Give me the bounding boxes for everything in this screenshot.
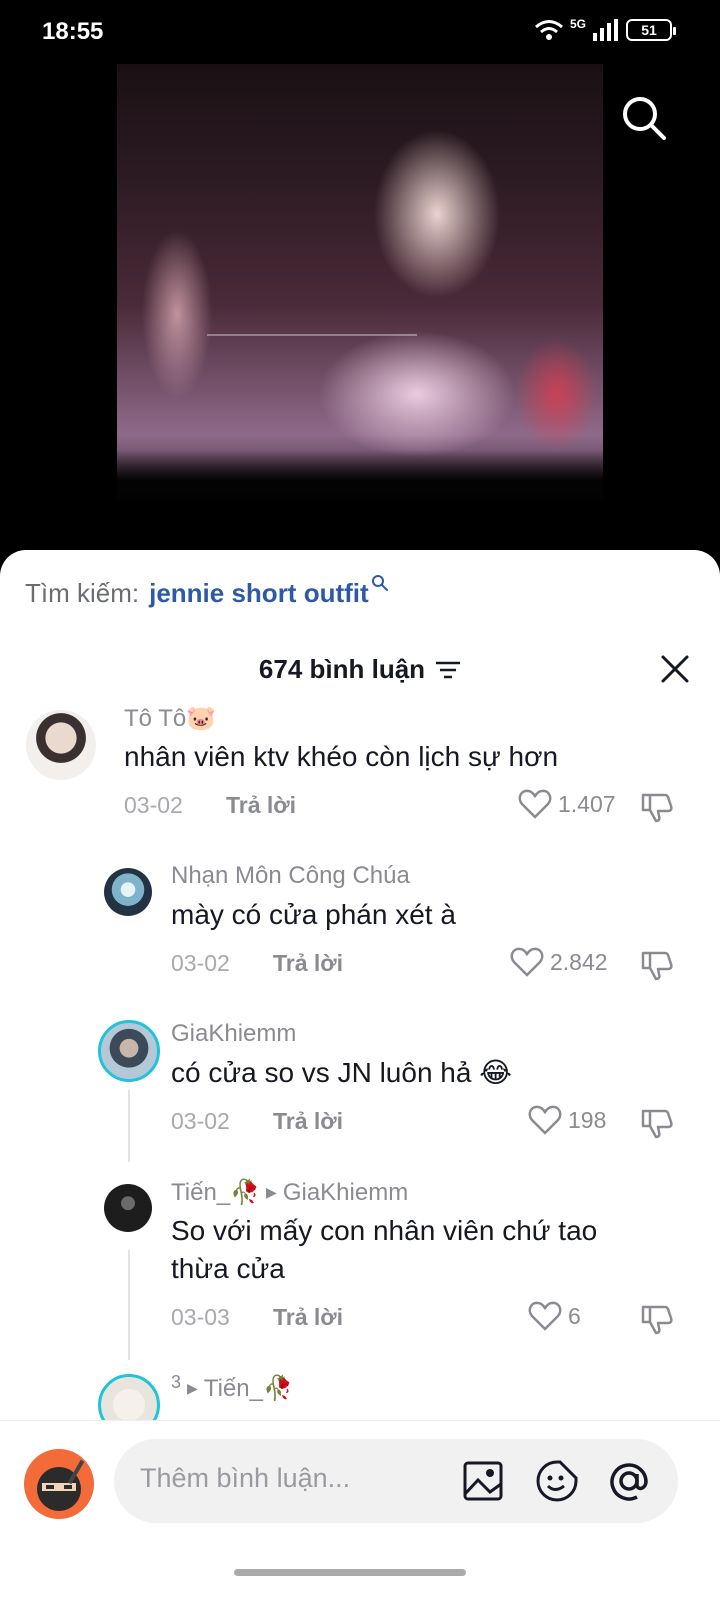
mention-icon[interactable] bbox=[606, 1458, 652, 1504]
like-button[interactable]: 6 bbox=[528, 1300, 581, 1332]
like-count: 198 bbox=[568, 1106, 607, 1133]
reply-to-name[interactable]: GiaKhiemm bbox=[283, 1179, 408, 1207]
reply-button[interactable]: Trả lời bbox=[273, 1304, 343, 1331]
comment-author[interactable]: GiaKhiemm bbox=[171, 1020, 296, 1048]
dislike-icon[interactable] bbox=[640, 1302, 674, 1336]
comment-author[interactable]: Tô Tô🐷 bbox=[124, 704, 216, 733]
like-button[interactable]: 2.842 bbox=[510, 946, 608, 978]
comments-header: 674 bình luận bbox=[0, 640, 720, 700]
video-player[interactable] bbox=[0, 64, 720, 560]
home-indicator[interactable] bbox=[234, 1569, 466, 1576]
search-suggestion-label: Tìm kiếm: bbox=[25, 578, 140, 608]
sticker-icon[interactable] bbox=[534, 1458, 580, 1504]
wifi-icon bbox=[535, 20, 563, 40]
video-screen-detail bbox=[207, 334, 417, 336]
comment-date: 03-02 bbox=[124, 792, 183, 818]
video-crowd-silhouette bbox=[117, 450, 603, 500]
comment-input-placeholder: Thêm bình luận... bbox=[140, 1463, 351, 1493]
image-icon[interactable] bbox=[460, 1458, 506, 1504]
reply-arrow-icon: ▶ bbox=[187, 1380, 198, 1396]
avatar[interactable] bbox=[26, 710, 96, 780]
heart-icon bbox=[510, 947, 544, 977]
avatar[interactable] bbox=[104, 868, 152, 916]
comment-author[interactable]: Nhạn Môn Công Chúa bbox=[171, 862, 410, 890]
search-suggestion[interactable]: Tìm kiếm: jennie short outfit bbox=[25, 575, 389, 609]
thread-line bbox=[128, 1090, 130, 1162]
thread-line bbox=[128, 1250, 130, 1360]
battery-level: 51 bbox=[641, 22, 657, 38]
reply-arrow-icon: ▶ bbox=[266, 1184, 277, 1200]
comment-input[interactable]: Thêm bình luận... bbox=[114, 1439, 678, 1523]
like-count: 2.842 bbox=[550, 948, 608, 975]
search-suggestion-term[interactable]: jennie short outfit bbox=[149, 578, 369, 609]
reply-button[interactable]: Trả lời bbox=[273, 1108, 343, 1135]
filter-icon[interactable] bbox=[435, 660, 461, 680]
heart-icon bbox=[528, 1301, 562, 1331]
video-frame bbox=[117, 64, 603, 500]
comment-date: 03-02 bbox=[171, 950, 230, 976]
like-count: 1.407 bbox=[558, 790, 616, 817]
dislike-icon[interactable] bbox=[640, 790, 674, 824]
comment-count[interactable]: 674 bình luận bbox=[0, 654, 720, 685]
comment-composer: Thêm bình luận... bbox=[0, 1420, 720, 1612]
status-time: 18:55 bbox=[42, 18, 104, 45]
reply-button[interactable]: Trả lời bbox=[226, 792, 296, 819]
comment-author: 3 ▶ Tiến_🥀 bbox=[171, 1372, 293, 1403]
avatar[interactable] bbox=[104, 1184, 152, 1232]
avatar[interactable] bbox=[98, 1020, 160, 1082]
comment-text: mày có cửa phán xét à bbox=[171, 899, 456, 930]
search-mini-icon bbox=[371, 575, 388, 591]
comment-author: Tiến_🥀 ▶ GiaKhiemm bbox=[171, 1178, 408, 1207]
battery-indicator: 51 bbox=[626, 19, 676, 41]
dislike-icon[interactable] bbox=[640, 1106, 674, 1140]
comment-count-label: 674 bình luận bbox=[258, 654, 426, 684]
comment-text: có cửa so vs JN luôn hả 😂 bbox=[171, 1057, 512, 1088]
comment-date: 03-03 bbox=[171, 1304, 230, 1330]
comment-author-name[interactable]: Tiến_🥀 bbox=[171, 1178, 260, 1207]
like-button[interactable]: 1.407 bbox=[518, 788, 616, 820]
ninja-avatar-icon bbox=[37, 1459, 85, 1511]
heart-icon bbox=[518, 789, 552, 819]
status-icons: 5G 51 bbox=[534, 17, 676, 42]
signal-icon bbox=[593, 19, 618, 41]
comment-date: 03-02 bbox=[171, 1108, 230, 1134]
comment-author-name[interactable]: 3 bbox=[171, 1372, 181, 1393]
like-count: 6 bbox=[568, 1302, 581, 1329]
comment-text: nhân viên ktv khéo còn lịch sự hơn bbox=[124, 741, 559, 772]
reply-button[interactable]: Trả lời bbox=[273, 950, 343, 977]
comment-text: So với mấy con nhân viên chứ tao thừa cử… bbox=[171, 1215, 598, 1284]
close-icon[interactable] bbox=[660, 654, 690, 684]
dislike-icon[interactable] bbox=[640, 948, 674, 982]
network-type: 5G bbox=[569, 17, 586, 31]
search-icon[interactable] bbox=[620, 94, 668, 142]
my-avatar[interactable] bbox=[24, 1449, 94, 1519]
status-bar: 18:55 5G 51 bbox=[0, 0, 720, 64]
reply-to-name[interactable]: Tiến_🥀 bbox=[204, 1374, 293, 1403]
heart-icon bbox=[528, 1105, 562, 1135]
like-button[interactable]: 198 bbox=[528, 1104, 606, 1136]
